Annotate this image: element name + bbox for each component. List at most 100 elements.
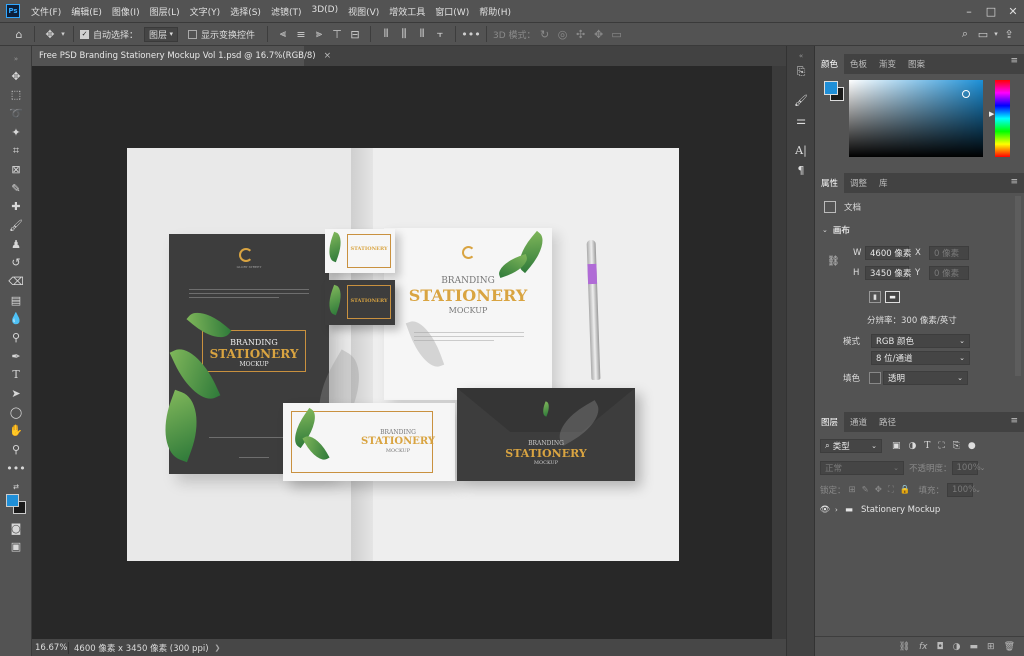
shape-filter-icon[interactable]: ⛶: [938, 441, 944, 451]
minimize-button[interactable]: –: [958, 0, 980, 22]
workspace-icon[interactable]: ▭: [974, 25, 992, 43]
lock-position-icon[interactable]: ✥: [875, 485, 882, 495]
menu-item[interactable]: 编辑(E): [66, 5, 107, 18]
foreground-color-swatch[interactable]: [6, 494, 19, 507]
ellipse-tool-icon[interactable]: ◯: [6, 404, 26, 421]
layer-row[interactable]: 👁 › ▬ Stationery Mockup: [815, 501, 1024, 519]
brush-tool-icon[interactable]: 🖌: [6, 217, 26, 234]
blur-tool-icon[interactable]: 💧: [6, 310, 26, 327]
pixel-filter-icon[interactable]: ▣: [892, 441, 901, 451]
dodge-tool-icon[interactable]: ⚲: [6, 329, 26, 346]
chevron-down-icon[interactable]: ⌄: [980, 464, 986, 472]
more-options-icon[interactable]: •••: [461, 25, 480, 43]
3d-camera-icon[interactable]: ▭: [608, 25, 626, 43]
layer-name[interactable]: Stationery Mockup: [861, 505, 940, 515]
quick-mask-icon[interactable]: ◙: [6, 520, 26, 537]
filter-toggle-icon[interactable]: ●: [968, 441, 976, 451]
menu-item[interactable]: 增效工具: [384, 5, 430, 18]
history-panel-icon[interactable]: ⎘: [793, 64, 809, 80]
magic-wand-tool-icon[interactable]: ✦: [6, 124, 26, 141]
adjustments-panel-icon[interactable]: ⚌: [793, 112, 809, 128]
lock-artboard-icon[interactable]: ⛶: [888, 485, 894, 495]
link-layers-icon[interactable]: ⛓: [899, 642, 910, 652]
panel-tab[interactable]: 图案: [902, 54, 931, 74]
pen-tool-icon[interactable]: ✒: [6, 348, 26, 365]
panel-tab[interactable]: 颜色: [815, 54, 845, 74]
zoom-tool-icon[interactable]: ⚲: [6, 441, 26, 458]
document-canvas[interactable]: GLORY STREET BRANDING STATIONERY MOCKUP …: [127, 148, 679, 561]
vertical-scrollbar[interactable]: [772, 66, 786, 639]
lock-image-icon[interactable]: ✎: [862, 485, 869, 495]
panel-tab[interactable]: 库: [873, 173, 894, 193]
history-brush-tool-icon[interactable]: ↺: [6, 254, 26, 271]
fill-dropdown[interactable]: 透明 ⌄: [883, 371, 968, 385]
brush-settings-icon[interactable]: 🖌: [793, 92, 809, 108]
3d-slide-icon[interactable]: ✥: [590, 25, 608, 43]
healing-brush-tool-icon[interactable]: ✚: [6, 198, 26, 215]
3d-orbit-icon[interactable]: ↻: [536, 25, 554, 43]
foreground-color-swatch[interactable]: [824, 81, 838, 95]
panel-tab[interactable]: 属性: [815, 173, 845, 193]
panel-tab[interactable]: 通道: [844, 412, 873, 432]
frame-tool-icon[interactable]: ⊠: [6, 161, 26, 178]
panel-tab[interactable]: 图层: [815, 412, 845, 432]
panel-tab[interactable]: 路径: [873, 412, 902, 432]
adjustment-layer-icon[interactable]: ◑: [953, 642, 961, 652]
3d-roll-icon[interactable]: ◎: [554, 25, 572, 43]
hue-slider[interactable]: [995, 80, 1010, 157]
panel-menu-icon[interactable]: ≡: [1010, 177, 1018, 187]
menu-item[interactable]: 滤镜(T): [266, 5, 307, 18]
lock-pixels-icon[interactable]: ⊞: [849, 485, 856, 495]
paragraph-panel-icon[interactable]: ¶: [793, 162, 809, 178]
mode-dropdown[interactable]: RGB 颜色 ⌄: [871, 334, 970, 348]
height-field[interactable]: 3450 像素: [865, 266, 911, 280]
smart-object-filter-icon[interactable]: ⎘: [953, 441, 960, 451]
character-panel-icon[interactable]: A|: [793, 142, 809, 158]
properties-scrollbar[interactable]: [1015, 196, 1021, 376]
panel-collapse-icon[interactable]: »: [6, 50, 26, 67]
share-icon[interactable]: ⇪: [1000, 25, 1018, 43]
new-layer-icon[interactable]: ⊞: [987, 642, 995, 652]
distribute-top-icon[interactable]: ⫟: [431, 25, 449, 43]
path-selection-tool-icon[interactable]: ➤: [6, 385, 26, 402]
y-field[interactable]: 0 像素: [929, 266, 969, 280]
distribute-left-icon[interactable]: ⫴: [377, 25, 395, 43]
default-colors-icon[interactable]: ⇄: [6, 478, 26, 495]
fill-swatch[interactable]: [869, 372, 881, 384]
blend-mode-dropdown[interactable]: 正常 ⌄: [820, 461, 904, 475]
landscape-orientation-icon[interactable]: ▬: [885, 291, 900, 303]
hue-slider-handle-icon[interactable]: ▶: [989, 110, 994, 118]
add-mask-icon[interactable]: ◘: [937, 642, 944, 652]
new-group-icon[interactable]: ▬: [970, 642, 979, 652]
menu-item[interactable]: 文件(F): [26, 5, 66, 18]
portrait-orientation-icon[interactable]: ▮: [869, 291, 881, 303]
type-filter-icon[interactable]: T: [924, 441, 930, 451]
close-button[interactable]: ✕: [1002, 0, 1024, 22]
width-field[interactable]: 4600 像素: [865, 246, 911, 260]
layer-filter-dropdown[interactable]: ⌕ 类型 ⌄: [820, 439, 882, 453]
visibility-eye-icon[interactable]: 👁: [815, 505, 835, 515]
align-center-icon[interactable]: ≡: [292, 25, 310, 43]
panel-menu-icon[interactable]: ≡: [1010, 416, 1018, 426]
eyedropper-tool-icon[interactable]: ✎: [6, 180, 26, 197]
crop-tool-icon[interactable]: ⌗: [6, 142, 26, 159]
chevron-down-icon[interactable]: ⌄: [822, 226, 828, 234]
3d-pan-icon[interactable]: ✣: [572, 25, 590, 43]
auto-select-checkbox[interactable]: ✓: [80, 29, 89, 39]
show-transform-checkbox[interactable]: [188, 29, 198, 39]
opacity-field[interactable]: 100%: [951, 461, 981, 475]
close-tab-icon[interactable]: ×: [324, 51, 332, 61]
link-icon[interactable]: ⛓: [827, 256, 840, 267]
x-field[interactable]: 0 像素: [929, 246, 969, 260]
screen-mode-icon[interactable]: ▣: [6, 538, 26, 555]
menu-item[interactable]: 图层(L): [145, 5, 185, 18]
status-arrow-icon[interactable]: ❯: [215, 644, 221, 652]
menu-item[interactable]: 窗口(W): [430, 5, 474, 18]
menu-item[interactable]: 图像(I): [107, 5, 145, 18]
color-picker-handle[interactable]: [962, 90, 970, 98]
delete-layer-icon[interactable]: 🗑: [1004, 642, 1015, 652]
fx-icon[interactable]: fx: [919, 642, 928, 652]
menu-item[interactable]: 帮助(H): [474, 5, 516, 18]
distribute-center-icon[interactable]: ⫼: [395, 25, 413, 43]
marquee-tool-icon[interactable]: ⬚: [6, 86, 26, 103]
